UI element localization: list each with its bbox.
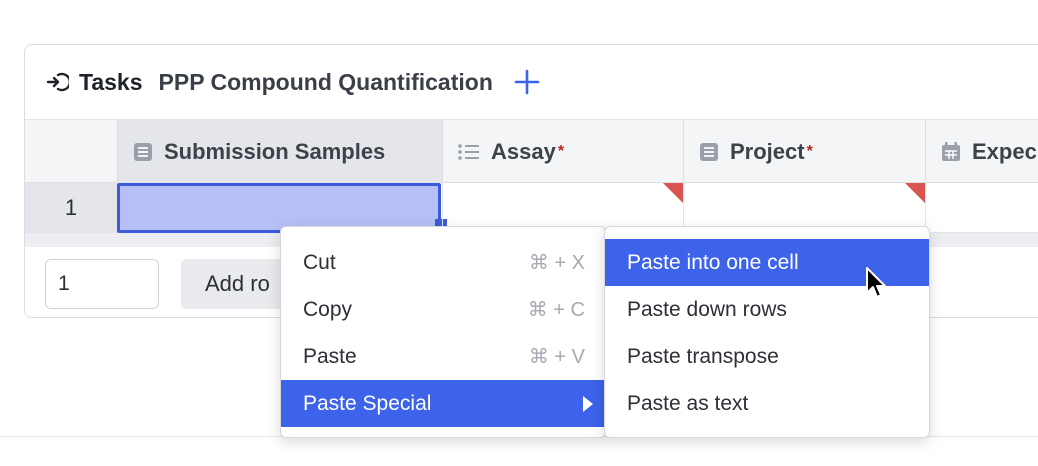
table-cell-expected[interactable] [925,183,1038,233]
menu-item-paste-transpose[interactable]: Paste transpose [605,333,929,380]
column-label: Project [730,139,805,164]
shortcut-label: ⌘ + C [527,299,585,321]
menu-item-cut[interactable]: Cut ⌘ + X [281,239,605,286]
arrow-into-bracket-icon [46,72,69,92]
column-header-assay[interactable]: Assay * [442,120,683,184]
shortcut-label: ⌘ + X [528,252,585,274]
menu-item-label: Paste into one cell [627,250,799,274]
paste-special-submenu: Paste into one cell Paste down rows Past… [604,226,930,438]
menu-item-label: Paste [303,344,357,368]
list-icon [458,144,479,160]
table-icon [700,143,718,161]
menu-item-label: Paste down rows [627,297,787,321]
table-icon [134,143,152,161]
row-number[interactable]: 1 [25,183,117,233]
menu-item-copy[interactable]: Copy ⌘ + C [281,286,605,333]
column-label: Expec [972,139,1037,164]
column-header-submission-samples[interactable]: Submission Samples [117,120,442,184]
column-label: Submission Samples [164,139,386,164]
context-menu: Cut ⌘ + X Copy ⌘ + C Paste ⌘ + V Paste S… [280,226,606,438]
tasks-label: Tasks [79,68,143,95]
menu-item-label: Paste as text [627,391,749,415]
chevron-right-icon [583,396,593,412]
column-header-expected[interactable]: Expec [925,120,1038,184]
menu-item-label: Copy [303,297,353,321]
plus-icon[interactable] [513,68,541,96]
column-header-project[interactable]: Project * [683,120,925,184]
menu-item-label: Paste transpose [627,344,779,368]
panel-header: Tasks PPP Compound Quantification [25,45,1038,119]
required-corner-marker [663,183,683,203]
required-marker: * [557,143,565,160]
shortcut-label: ⌘ + V [528,346,585,368]
calendar-icon [942,142,960,161]
menu-item-paste-as-text[interactable]: Paste as text [605,380,929,427]
grid-header: Submission Samples Assay * Project * Expec [25,119,1038,184]
required-corner-marker [905,183,925,203]
column-label: Assay [491,139,556,164]
menu-item-label: Cut [303,250,336,274]
required-marker: * [806,143,813,160]
page-title: PPP Compound Quantification [158,68,493,95]
mouse-pointer-icon [866,267,886,298]
menu-item-paste[interactable]: Paste ⌘ + V [281,333,605,380]
row-count-input[interactable] [45,259,159,309]
menu-item-paste-special[interactable]: Paste Special [281,380,605,427]
menu-item-label: Paste Special [303,391,432,415]
